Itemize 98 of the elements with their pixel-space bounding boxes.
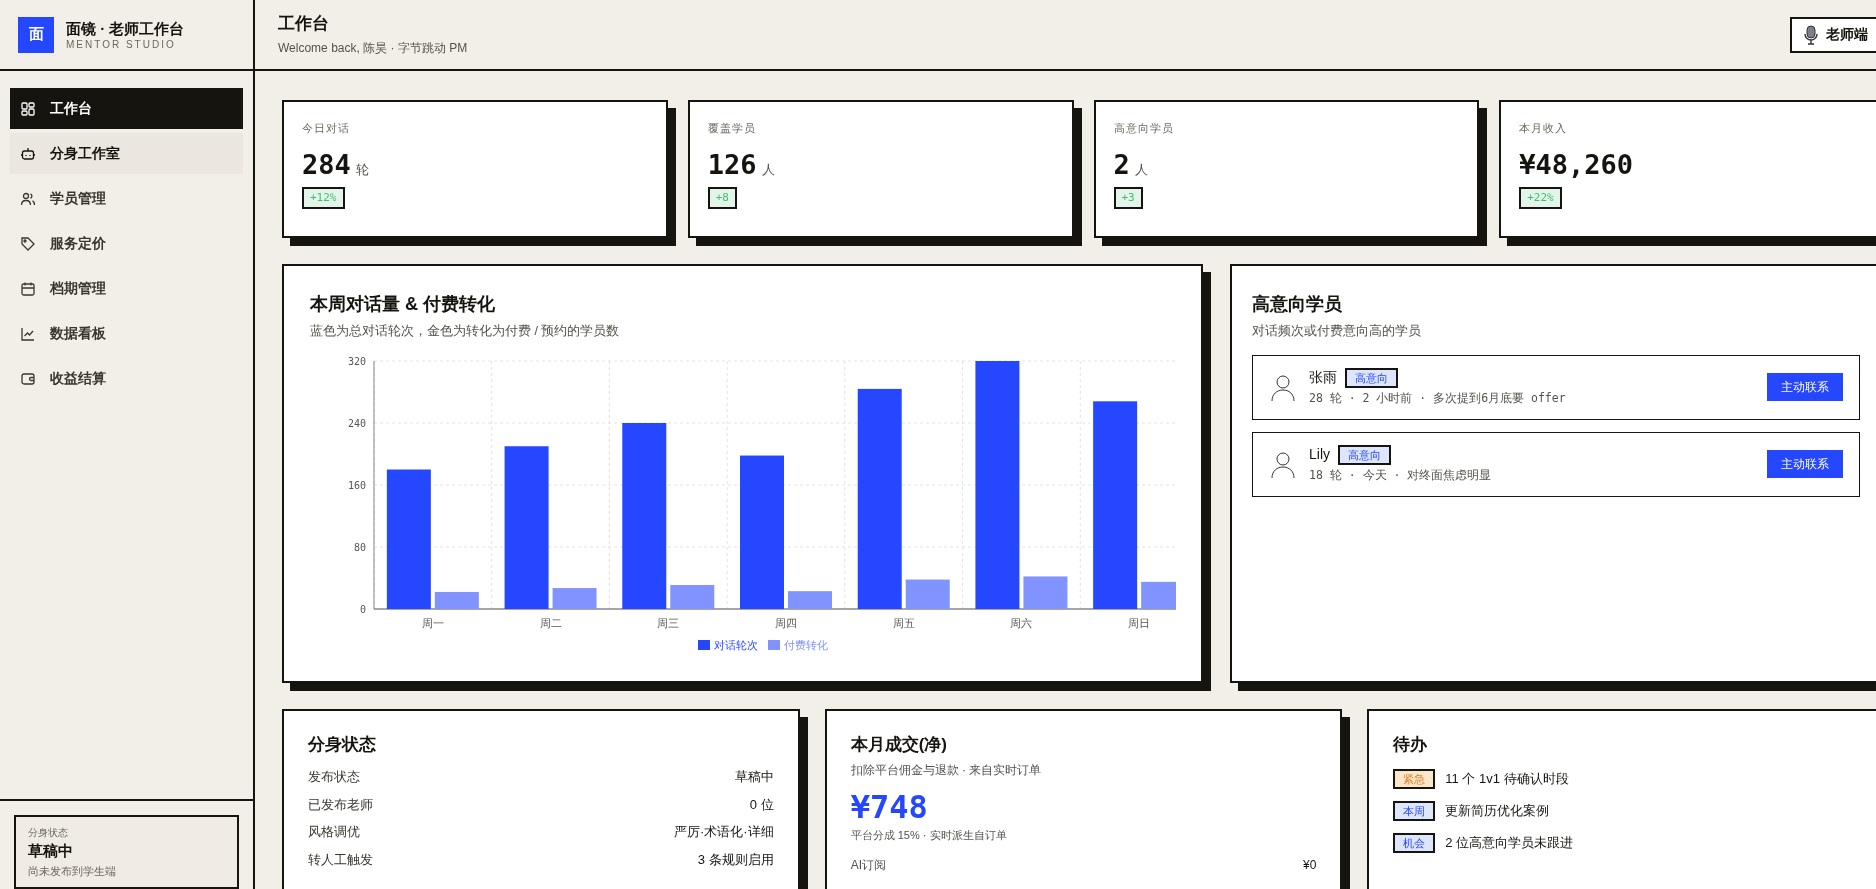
todo-text: 11 个 1v1 待确认时段 bbox=[1445, 770, 1569, 789]
field-value: 严厉·术语化·详细 bbox=[674, 823, 774, 841]
avatar-icon bbox=[1269, 372, 1297, 403]
bar bbox=[552, 587, 597, 609]
tag-icon bbox=[20, 235, 36, 252]
robot-icon bbox=[20, 145, 36, 162]
sidebar-item[interactable]: 分身工作室 bbox=[10, 133, 243, 174]
card-title: 高意向学员 bbox=[1252, 293, 1343, 316]
student-meta: 28 轮 · 2 小时前 · 多次提到6月底要 offer bbox=[1309, 390, 1567, 408]
line-chart-icon bbox=[20, 325, 36, 342]
field-label: 转人工触发 bbox=[308, 850, 373, 869]
app-subtitle: MENTOR STUDIO bbox=[66, 38, 177, 51]
avatar-icon bbox=[1269, 449, 1297, 480]
card-title: 本周对话量 & 付费转化 bbox=[310, 293, 496, 316]
users-icon bbox=[20, 190, 36, 207]
todo-text: 更新简历优化案例 bbox=[1445, 802, 1550, 821]
app-title: 面镜 · 老师工作台 bbox=[66, 18, 185, 39]
axis-category-label: 周三 bbox=[657, 616, 680, 629]
axis-category-label: 周二 bbox=[539, 616, 562, 629]
axis-category-label: 周四 bbox=[775, 616, 797, 629]
axis-category-label: 周六 bbox=[1010, 616, 1033, 629]
student-name: 张雨 bbox=[1309, 368, 1337, 388]
axis-tick-label: 80 bbox=[353, 541, 366, 553]
contact-button[interactable]: 主动联系 bbox=[1767, 373, 1843, 402]
stat-unit: 人 bbox=[761, 160, 775, 179]
student-name: Lily bbox=[1309, 445, 1330, 465]
card-title: 本月成交(净) bbox=[850, 734, 948, 756]
field-label: 风格调优 bbox=[308, 823, 360, 841]
status-note: 尚未发布到学生端 bbox=[28, 863, 117, 879]
bar bbox=[905, 579, 950, 609]
legend-swatch bbox=[767, 640, 780, 650]
bar bbox=[1023, 576, 1068, 609]
stat-unit: 人 bbox=[1134, 160, 1148, 179]
bar bbox=[1141, 581, 1176, 609]
axis-category-label: 周日 bbox=[1128, 616, 1151, 629]
sidebar-item[interactable]: 服务定价 bbox=[10, 223, 243, 264]
bar bbox=[788, 590, 832, 609]
deal-note: 平台分成 15% · 实时派生自订单 bbox=[850, 828, 1008, 843]
stat-value: ¥48,260 bbox=[1519, 147, 1634, 182]
calendar-icon bbox=[20, 280, 36, 297]
deal-amount: ¥748 bbox=[850, 787, 929, 827]
card-title: 分身状态 bbox=[308, 734, 377, 756]
legend-label: 对话轮次 bbox=[713, 637, 758, 653]
axis-tick-label: 320 bbox=[347, 355, 366, 367]
sidebar-item[interactable]: 学员管理 bbox=[10, 178, 243, 219]
card-subtitle: 对话频次或付费意向高的学员 bbox=[1252, 323, 1422, 340]
field-label: 已发布老师 bbox=[308, 795, 373, 814]
page-title: 工作台 bbox=[278, 13, 330, 35]
microphone-icon bbox=[1804, 24, 1818, 45]
stat-label: 高意向学员 bbox=[1113, 121, 1175, 136]
delta-badge: +8 bbox=[707, 186, 737, 209]
stat-label: 覆盖学员 bbox=[707, 121, 757, 136]
delta-badge: +3 bbox=[1113, 186, 1143, 209]
contact-button[interactable]: 主动联系 bbox=[1767, 450, 1843, 479]
todo-tag: 本周 bbox=[1393, 801, 1436, 821]
todo-tag: 紧急 bbox=[1393, 769, 1436, 789]
stat-value: 126 bbox=[707, 147, 757, 182]
intent-tag: 高意向 bbox=[1345, 367, 1398, 388]
card-subtitle: 蓝色为总对话轮次，金色为转化为付费 / 预约的学员数 bbox=[310, 323, 621, 340]
legend-swatch bbox=[697, 640, 710, 650]
sidebar-item[interactable]: 数据看板 bbox=[10, 313, 243, 354]
sidebar-item[interactable]: 收益结算 bbox=[10, 358, 243, 399]
bar bbox=[670, 584, 715, 609]
card-title: 待办 bbox=[1393, 734, 1429, 756]
axis-tick-label: 160 bbox=[347, 479, 366, 491]
delta-badge: +22% bbox=[1519, 186, 1562, 209]
wallet-icon bbox=[20, 370, 36, 387]
todo-text: 2 位高意向学员未跟进 bbox=[1445, 834, 1574, 853]
bar bbox=[434, 591, 479, 609]
status-value: 草稿中 bbox=[28, 841, 74, 861]
stat-value: 2 bbox=[1113, 147, 1130, 182]
legend-label: 付费转化 bbox=[783, 637, 828, 653]
axis-tick-label: 240 bbox=[347, 417, 366, 429]
student-meta: 18 轮 · 今天 · 对终面焦虑明显 bbox=[1309, 467, 1493, 485]
field-label: 发布状态 bbox=[308, 768, 360, 786]
intent-tag: 高意向 bbox=[1338, 444, 1391, 465]
axis-tick-label: 0 bbox=[359, 603, 366, 615]
card-subtitle: 扣除平台佣金与退款 · 来自实时订单 bbox=[850, 762, 1043, 779]
sidebar-item[interactable]: 档期管理 bbox=[10, 268, 243, 309]
status-label: 分身状态 bbox=[28, 826, 69, 840]
field-label: AI订阅 bbox=[850, 856, 886, 874]
grid-icon bbox=[20, 100, 36, 117]
stat-value: 284 bbox=[302, 147, 351, 182]
field-value: 3 条规则启用 bbox=[697, 850, 774, 869]
todo-tag: 机会 bbox=[1393, 833, 1436, 853]
delta-badge: +12% bbox=[302, 186, 345, 209]
stat-label: 今日对话 bbox=[302, 121, 351, 136]
stat-label: 本月收入 bbox=[1519, 121, 1569, 136]
field-value: ¥0 bbox=[1302, 856, 1317, 874]
stat-unit: 轮 bbox=[355, 160, 369, 179]
sidebar-item[interactable]: 工作台 bbox=[10, 88, 243, 129]
role-switch-button[interactable]: 老师端 bbox=[1790, 16, 1876, 53]
logo: 面 bbox=[18, 16, 54, 53]
axis-category-label: 周五 bbox=[892, 616, 915, 629]
page-subtitle: Welcome back, 陈昊 · 字节跳动 PM bbox=[278, 40, 468, 57]
field-value: 0 位 bbox=[749, 795, 774, 814]
axis-category-label: 周一 bbox=[421, 616, 444, 629]
field-value: 草稿中 bbox=[734, 768, 774, 786]
